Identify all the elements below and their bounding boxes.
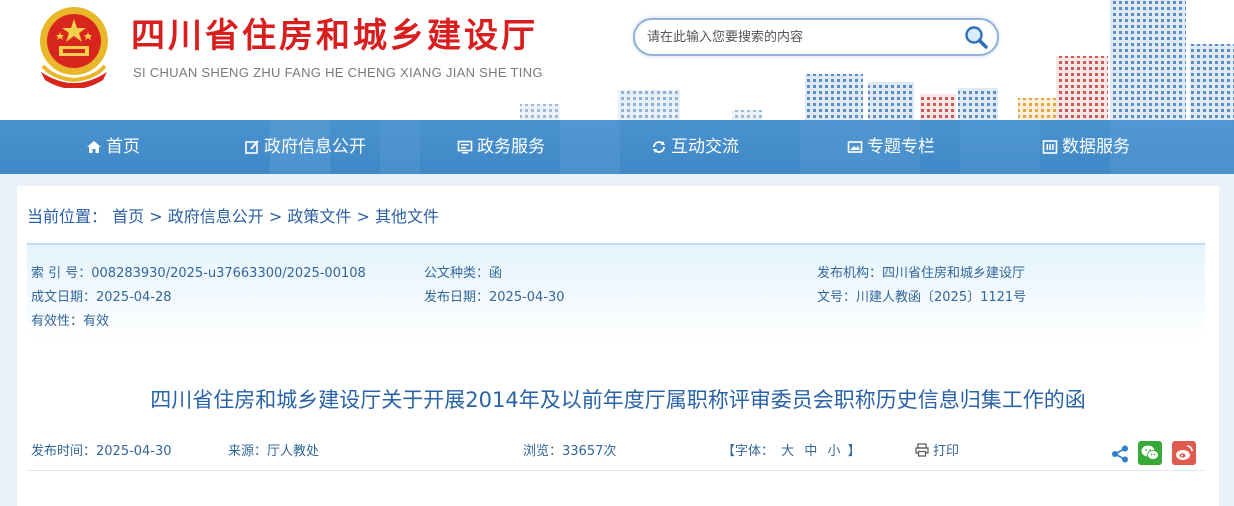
breadcrumb-prefix: 当前位置： [27,207,108,226]
breadcrumb: 当前位置： 首页 > 政府信息公开 > 政策文件 > 其他文件 [27,203,439,227]
site-header: 四川省住房和城乡建设厅 SI CHUAN SHENG ZHU FANG HE C… [0,0,1234,120]
home-icon [87,141,101,153]
info-index-no: 索 引 号：008283930/2025-u37663300/2025-0010… [31,266,366,281]
nav-item-label: 专题专栏 [867,137,935,157]
nav-item-gov-info[interactable]: 政府信息公开 [244,120,366,174]
weibo-share-icon[interactable] [1172,441,1196,465]
nav-item-label: 首页 [106,137,140,157]
article-publish-time: 发布时间：2025-04-30 [31,444,172,459]
font-size-label: 【字体： [722,444,775,459]
breadcrumb-separator: > [149,207,163,226]
info-validity: 有效性：有效 [31,314,110,329]
font-size-large-button[interactable]: 大 [781,444,794,459]
print-label: 打印 [933,444,960,459]
main-nav: 首页 政府信息公开 政务服务 互动交流 专题专栏 数据服务 [0,120,1234,174]
data-icon [1042,140,1058,154]
breadcrumb-separator: > [268,207,283,226]
info-doc-type: 公文种类：函 [424,266,503,281]
font-size-close-bracket: 】 [847,444,861,459]
nav-item-interaction[interactable]: 互动交流 [651,120,739,174]
article-source: 来源：厅人教处 [228,444,320,459]
nav-item-label: 数据服务 [1062,137,1130,157]
monitor-icon [457,140,473,154]
nav-item-gov-services[interactable]: 政务服务 [457,120,545,174]
breadcrumb-separator: > [356,207,370,226]
info-created-date: 成文日期：2025-04-28 [31,290,172,305]
share-icon[interactable] [1110,444,1130,464]
wechat-share-icon[interactable] [1138,441,1162,465]
search-box [633,18,999,56]
search-icon[interactable] [963,24,989,50]
printer-icon [915,442,929,457]
national-emblem-icon [40,7,108,88]
font-size-controls: 【字体： 大 中 小 】 [722,440,861,459]
breadcrumb-item-policy-files[interactable]: 政策文件 [287,207,351,226]
image-icon [847,141,863,153]
search-input[interactable] [647,27,957,47]
info-publisher: 发布机构：四川省住房和城乡建设厅 [817,266,1026,281]
site-subtitle-pinyin: SI CHUAN SHENG ZHU FANG HE CHENG XIANG J… [133,65,543,80]
nav-item-label: 政务服务 [477,137,545,157]
breadcrumb-item-home[interactable]: 首页 [112,207,144,226]
nav-item-label: 互动交流 [671,137,739,157]
document-info-box: 索 引 号：008283930/2025-u37663300/2025-0010… [27,243,1205,341]
edit-icon [245,140,259,154]
breadcrumb-item-gov-info[interactable]: 政府信息公开 [168,207,264,226]
font-size-small-button[interactable]: 小 [827,444,840,459]
article-title: 四川省住房和城乡建设厅关于开展2014年及以前年度厅属职称评审委员会职称历史信息… [150,388,1086,412]
breadcrumb-item-other-files[interactable]: 其他文件 [375,207,439,226]
nav-item-label: 政府信息公开 [264,137,366,157]
info-publish-date: 发布日期：2025-04-30 [424,290,565,305]
content-panel: 当前位置： 首页 > 政府信息公开 > 政策文件 > 其他文件 索 引 号：00… [17,186,1219,506]
info-doc-no: 文号：川建人教函〔2025〕1121号 [817,290,1027,305]
font-size-medium-button[interactable]: 中 [804,444,817,459]
site-title: 四川省住房和城乡建设厅 [131,16,538,56]
meta-divider [27,470,1205,471]
nav-item-home[interactable]: 首页 [86,120,140,174]
nav-item-special-topics[interactable]: 专题专栏 [847,120,935,174]
article-views: 浏览：33657次 [523,444,617,459]
exchange-icon [653,141,665,153]
nav-item-data-services[interactable]: 数据服务 [1042,120,1130,174]
print-button[interactable]: 打印 [915,440,959,459]
